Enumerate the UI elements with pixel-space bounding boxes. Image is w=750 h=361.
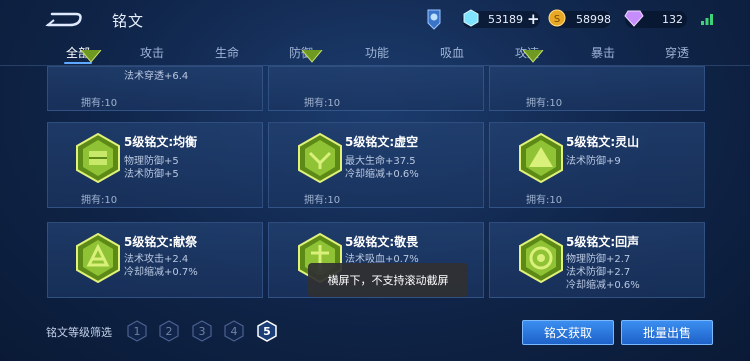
owned-count: 拥有:10 [304, 195, 341, 206]
owned-count: 拥有:10 [304, 98, 341, 109]
tab-penetration[interactable]: 穿透 [665, 44, 689, 61]
rune-gem-icon [300, 49, 324, 67]
gold-count: 58998 [576, 12, 611, 26]
rune-gem-icon [75, 132, 121, 184]
level-filter-4[interactable]: 4 [223, 320, 245, 342]
rune-name: 5级铭文:灵山 [566, 135, 640, 149]
rune-stat: 法术穿透+6.4 [124, 71, 189, 82]
svg-text:S: S [554, 14, 560, 25]
rune-stat: 冷却缩减+0.6% [566, 280, 640, 291]
wifi-signal-icon [700, 11, 714, 30]
owned-count: 拥有:10 [81, 98, 118, 109]
tab-lifesteal[interactable]: 吸血 [440, 44, 464, 61]
tab-crit[interactable]: 暴击 [591, 44, 615, 61]
level-filter-5[interactable]: 5 [256, 320, 278, 342]
rune-name: 5级铭文:敬畏 [345, 235, 419, 249]
rune-stat: 法术防御+9 [566, 156, 621, 167]
rune-card-void[interactable]: 5级铭文:虚空 最大生命+37.5 冷却缩减+0.6% 拥有:10 [268, 122, 484, 208]
rune-stat: 冷却缩减+0.7% [124, 267, 198, 278]
rune-card-spirit-mountain[interactable]: 5级铭文:灵山 法术防御+9 拥有:10 [489, 122, 705, 208]
bulk-sell-button[interactable]: 批量出售 [621, 320, 713, 345]
rune-card-echo[interactable]: 5级铭文:回声 物理防御+2.7 法术防御+2.7 冷却缩减+0.6% [489, 222, 705, 298]
rune-gem-icon [518, 232, 564, 284]
tab-attack[interactable]: 攻击 [140, 44, 164, 61]
owned-count: 拥有:10 [81, 195, 118, 206]
category-tabs: 全部 攻击 生命 防御 功能 吸血 攻速 暴击 穿透 [0, 40, 750, 66]
diamond-resource[interactable]: 53189 + [462, 8, 540, 30]
owned-count: 拥有:10 [526, 98, 563, 109]
level-filter-3[interactable]: 3 [191, 320, 213, 342]
back-arrow-icon[interactable] [44, 10, 84, 28]
top-bar: 铭文 53189 + S 58998 132 [0, 0, 750, 40]
rune-stat: 法术防御+5 [124, 169, 179, 180]
level-filter-label: 铭文等级筛选 [46, 326, 112, 339]
rune-card-partial-3[interactable]: 拥有:10 [489, 49, 705, 111]
diamond-count: 53189 [488, 12, 523, 26]
rune-acquire-button[interactable]: 铭文获取 [522, 320, 614, 345]
rune-gem-icon [297, 132, 343, 184]
rune-name: 5级铭文:回声 [566, 235, 640, 249]
page-title: 铭文 [112, 12, 145, 30]
rune-gem-icon [75, 232, 121, 284]
rune-name: 5级铭文:虚空 [345, 135, 419, 149]
add-diamond-icon[interactable]: + [527, 10, 540, 28]
gold-resource[interactable]: S 58998 [548, 9, 611, 29]
diamond-icon [462, 8, 480, 30]
badge-icon[interactable] [426, 9, 442, 30]
gold-coin-icon: S [548, 9, 566, 30]
rune-card-sacrifice[interactable]: 5级铭文:献祭 法术攻击+2.4 冷却缩减+0.7% [47, 222, 263, 298]
rune-gem-icon [518, 132, 564, 184]
owned-count: 拥有:10 [526, 195, 563, 206]
rune-card-balance[interactable]: 5级铭文:均衡 物理防御+5 法术防御+5 拥有:10 [47, 122, 263, 208]
rune-card-partial-2[interactable]: 拥有:10 [268, 49, 484, 111]
level-filter-2[interactable]: 2 [158, 320, 180, 342]
rune-name: 5级铭文:均衡 [124, 135, 198, 149]
tab-health[interactable]: 生命 [215, 44, 239, 61]
toast-message: 横屏下，不支持滚动截屏 [308, 263, 468, 297]
rune-name: 5级铭文:献祭 [124, 235, 198, 249]
rune-gem-icon [521, 49, 545, 67]
gem-icon [624, 9, 644, 30]
rune-gem-icon [79, 49, 103, 67]
gem-resource[interactable]: 132 [624, 9, 683, 29]
gem-count: 132 [662, 12, 683, 26]
level-filter-1[interactable]: 1 [126, 320, 148, 342]
rune-card-partial-1[interactable]: 法术穿透+6.4 拥有:10 [47, 49, 263, 111]
rune-stat: 冷却缩减+0.6% [345, 169, 419, 180]
tab-function[interactable]: 功能 [365, 44, 389, 61]
